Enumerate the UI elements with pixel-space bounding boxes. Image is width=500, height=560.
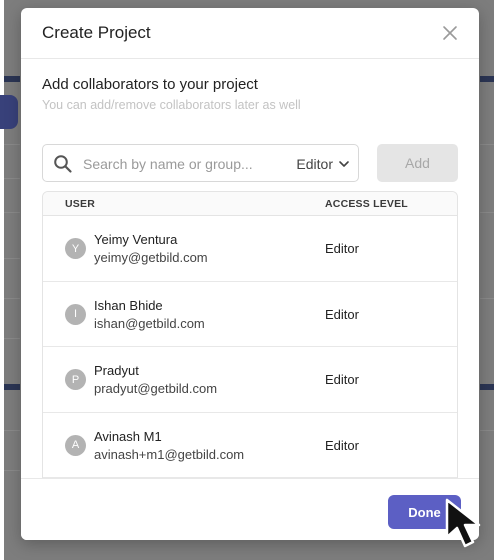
table-row: I Ishan Bhide ishan@getbild.com Editor: [43, 282, 457, 347]
table-row: A Avinash M1 avinash+m1@getbild.com Edit…: [43, 413, 457, 478]
user-name: Yeimy Ventura: [94, 232, 178, 247]
backdrop-bar: [4, 384, 20, 390]
modal-header: Create Project: [21, 8, 479, 59]
user-email: yeimy@getbild.com: [94, 250, 208, 265]
search-input[interactable]: [83, 153, 253, 175]
backdrop-bar: [480, 76, 494, 82]
modal-title: Create Project: [42, 23, 151, 42]
user-name: Pradyut: [94, 363, 139, 378]
access-level[interactable]: Editor: [325, 438, 359, 453]
backdrop-edge-right: [494, 0, 500, 560]
avatar: Y: [65, 238, 86, 259]
column-header-access-level: ACCESS LEVEL: [325, 198, 408, 210]
table-row: Y Yeimy Ventura yeimy@getbild.com Editor: [43, 216, 457, 282]
user-name: Avinash M1: [94, 428, 162, 444]
chevron-down-icon: [339, 161, 349, 167]
backdrop-divider: [480, 212, 494, 213]
user-email: avinash+m1@getbild.com: [94, 446, 245, 462]
access-level[interactable]: Editor: [325, 307, 359, 322]
avatar: I: [65, 303, 86, 325]
close-button[interactable]: [439, 22, 461, 44]
column-header-user: USER: [65, 198, 95, 210]
mouse-pointer-icon: [445, 498, 481, 548]
section-subtitle: You can add/remove collaborators later a…: [42, 98, 301, 112]
access-level[interactable]: Editor: [325, 372, 359, 387]
collaborators-table: USER ACCESS LEVEL Y Yeimy Ventura yeimy@…: [42, 191, 458, 478]
backdrop-divider: [4, 178, 20, 179]
section-title: Add collaborators to your project: [42, 76, 258, 93]
backdrop-divider: [480, 430, 494, 431]
backdrop-divider: [4, 212, 20, 213]
backdrop-divider: [4, 144, 20, 145]
backdrop-divider: [4, 338, 20, 339]
table-header: USER ACCESS LEVEL: [43, 192, 457, 216]
backdrop-divider: [4, 298, 20, 299]
create-project-modal: Create Project Add collaborators to your…: [21, 8, 479, 540]
backdrop-edge-left: [0, 0, 4, 560]
user-name: Ishan Bhide: [94, 297, 163, 313]
search-icon: [54, 155, 72, 173]
role-select-value: Editor: [296, 156, 333, 172]
backdrop-divider: [4, 258, 20, 259]
user-email: pradyut@getbild.com: [94, 381, 218, 396]
backdrop-divider: [4, 430, 20, 431]
modal-footer: Done: [21, 478, 479, 540]
user-email: ishan@getbild.com: [94, 315, 205, 331]
backdrop-bar: [480, 384, 494, 390]
avatar: A: [65, 434, 86, 456]
table-row: P Pradyut pradyut@getbild.com Editor: [43, 347, 457, 413]
avatar: P: [65, 369, 86, 390]
backdrop-bar: [4, 76, 20, 82]
add-button[interactable]: Add: [377, 144, 458, 182]
backdrop-pill: [0, 95, 18, 129]
search-field: Editor: [42, 144, 359, 182]
backdrop-divider: [480, 298, 494, 299]
backdrop-divider: [4, 470, 20, 471]
close-icon: [443, 26, 457, 40]
role-select[interactable]: Editor: [296, 154, 350, 174]
access-level[interactable]: Editor: [325, 241, 359, 256]
backdrop-divider: [480, 144, 494, 145]
